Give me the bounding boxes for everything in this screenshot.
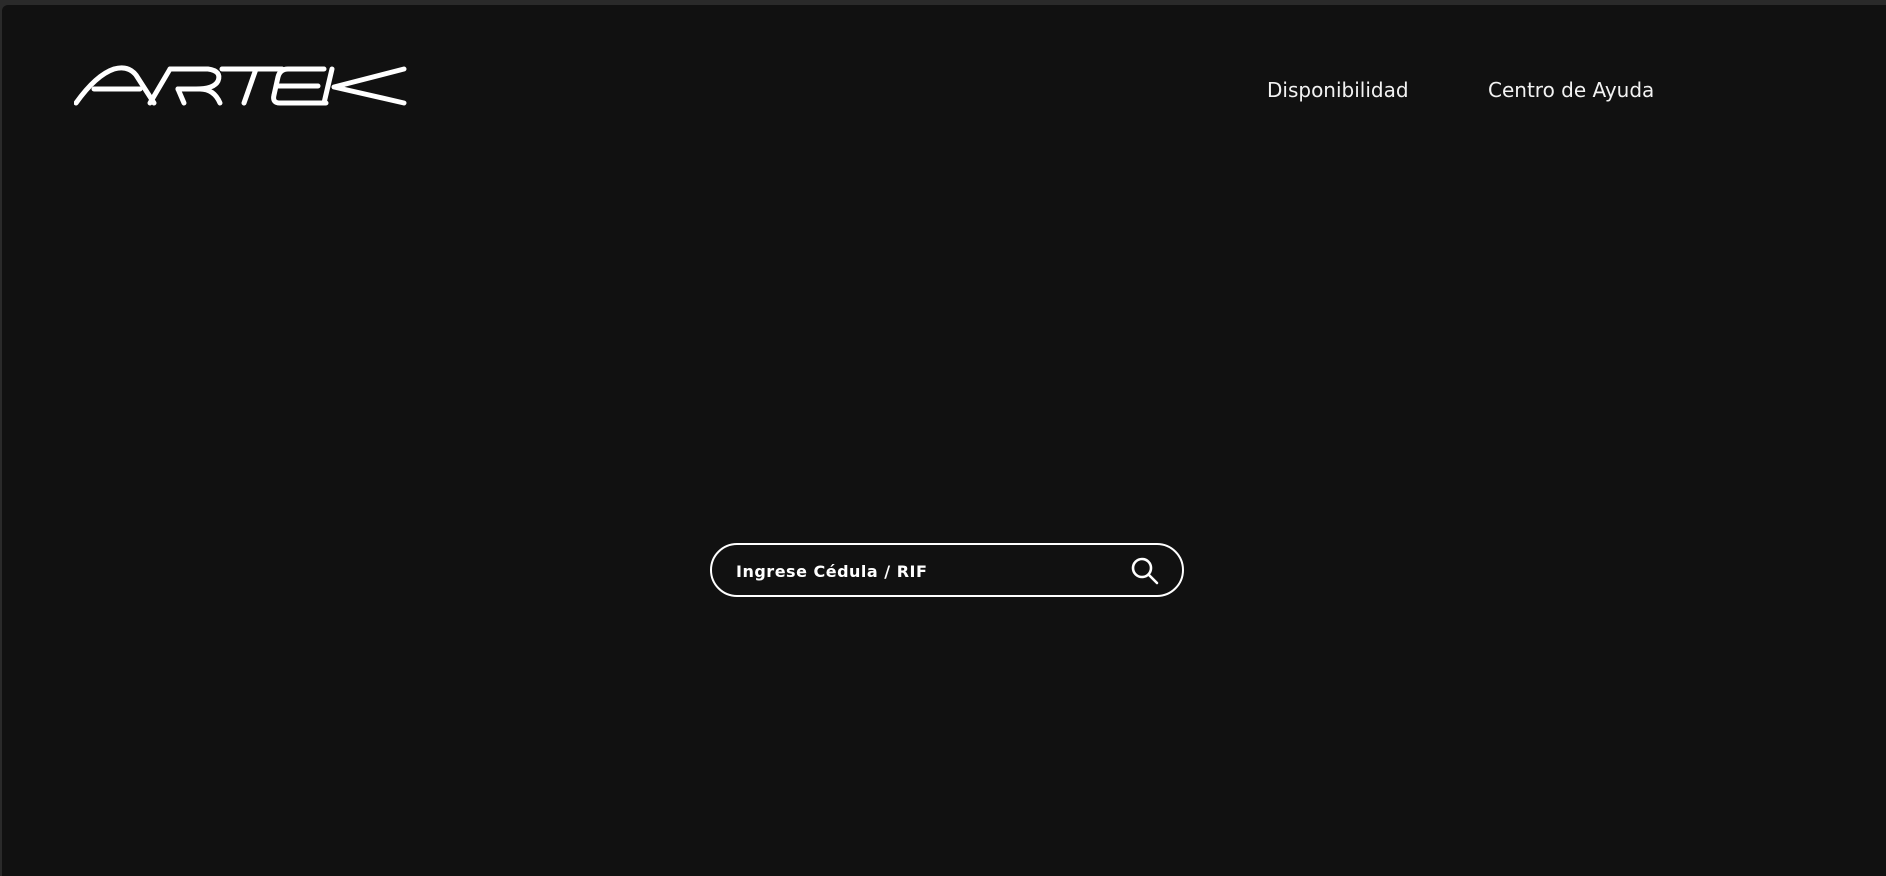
nav-link-centro-de-ayuda[interactable]: Centro de Ayuda [1488, 77, 1654, 103]
search-button[interactable] [1130, 556, 1160, 586]
top-nav: Disponibilidad Centro de Ayuda [2, 77, 1886, 103]
page: Disponibilidad Centro de Ayuda [2, 5, 1886, 876]
search-input[interactable] [736, 557, 1106, 585]
search-icon [1131, 557, 1159, 585]
nav-link-disponibilidad[interactable]: Disponibilidad [1267, 77, 1409, 103]
search-bar [710, 543, 1184, 597]
